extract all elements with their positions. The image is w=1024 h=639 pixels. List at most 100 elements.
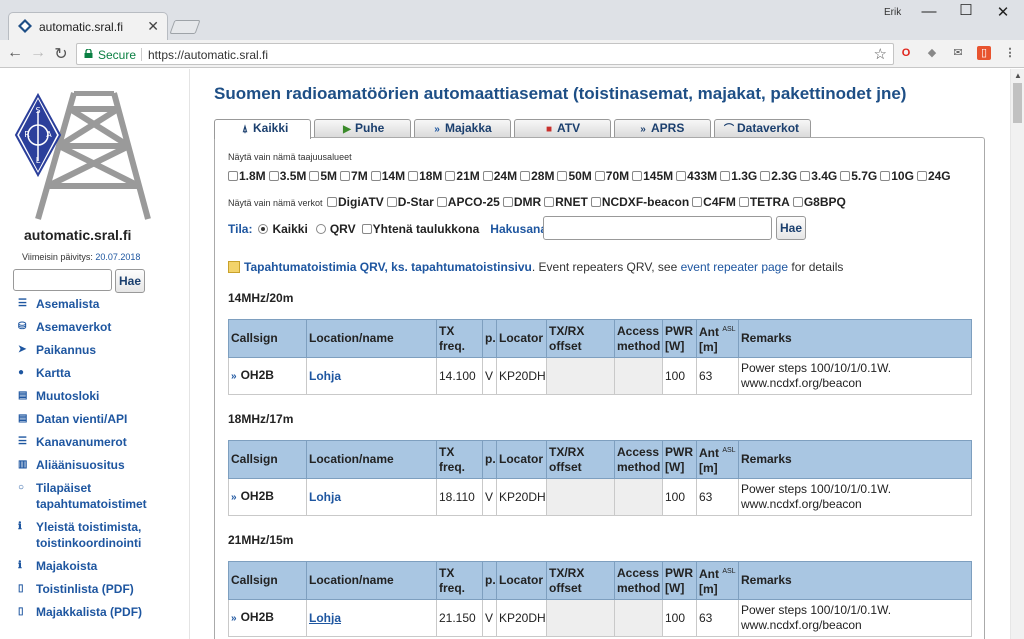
- col-locator[interactable]: Locator: [496, 319, 547, 358]
- network-checkbox[interactable]: TETRA: [738, 195, 790, 209]
- sidebar-search-button[interactable]: Hae: [115, 269, 145, 293]
- location-link[interactable]: Lohja: [306, 357, 437, 395]
- sidebar-item-aliaanisuositus[interactable]: ▥ Aliäänisuositus: [18, 457, 188, 473]
- sidebar-item-yleista[interactable]: ℹ Yleistä toistimista, toistinkoordinoint…: [18, 519, 188, 551]
- tila-qrv-radio[interactable]: [315, 224, 326, 234]
- col-offset[interactable]: TX/RX offset: [546, 319, 615, 358]
- event-repeater-link-fi[interactable]: Tapahtumatoistimia QRV, ks. tapahtumatoi…: [244, 260, 532, 274]
- band-checkbox[interactable]: 2.3G: [760, 169, 797, 183]
- band-checkbox[interactable]: 5.7G: [840, 169, 877, 183]
- network-checkbox[interactable]: C4FM: [692, 195, 736, 209]
- col-locator[interactable]: Locator: [496, 561, 547, 600]
- tab-kaikki[interactable]: ⍋ Kaikki: [214, 119, 311, 139]
- location-link[interactable]: Lohja: [306, 599, 437, 637]
- event-repeater-link-en[interactable]: event repeater page: [681, 260, 788, 274]
- sidebar-item-datan-vienti[interactable]: ▤ Datan vienti/API: [18, 411, 188, 427]
- sidebar-item-asemalista[interactable]: ☰ Asemalista: [18, 296, 188, 312]
- sral-logo-icon[interactable]: S R A L: [14, 91, 154, 221]
- band-checkbox[interactable]: 28M: [520, 169, 554, 183]
- sidebar-item-majakoista[interactable]: ℹ Majakoista: [18, 558, 188, 574]
- band-checkbox[interactable]: 50M: [557, 169, 592, 183]
- col-pwr[interactable]: PWR [W]: [662, 319, 697, 358]
- band-checkbox[interactable]: 1.8M: [228, 169, 266, 183]
- back-arrow-icon[interactable]: ←: [5, 44, 25, 62]
- sidebar-item-toistinlista-pdf[interactable]: ▯ Toistinlista (PDF): [18, 581, 188, 597]
- col-callsign[interactable]: Callsign: [228, 561, 307, 600]
- col-location[interactable]: Location/name: [306, 561, 437, 600]
- band-checkbox[interactable]: 7M: [340, 169, 368, 183]
- col-location[interactable]: Location/name: [306, 319, 437, 358]
- mail-extension-icon[interactable]: ✉: [951, 46, 965, 60]
- tila-all-radio[interactable]: [258, 224, 269, 234]
- callsign-cell[interactable]: » OH2B: [228, 478, 307, 516]
- callsign-cell[interactable]: » OH2B: [228, 357, 307, 395]
- col-remarks[interactable]: Remarks: [738, 561, 972, 600]
- network-checkbox[interactable]: APCO-25: [436, 195, 500, 209]
- network-checkbox[interactable]: NCDXF-beacon: [590, 195, 689, 209]
- tab-close-icon[interactable]: ✕: [147, 18, 159, 35]
- address-bar[interactable]: Secure https://automatic.sral.fi ☆: [76, 43, 894, 65]
- col-txfreq[interactable]: TX freq.: [436, 561, 483, 600]
- col-access[interactable]: Access method: [614, 319, 663, 358]
- band-checkbox[interactable]: 24M: [482, 169, 517, 183]
- col-access[interactable]: Access method: [614, 561, 663, 600]
- scroll-thumb[interactable]: [1013, 83, 1022, 123]
- band-checkbox[interactable]: 3.5M: [268, 169, 306, 183]
- tab-majakka[interactable]: » Majakka: [414, 119, 511, 138]
- band-checkbox[interactable]: 1.3G: [720, 169, 757, 183]
- col-location[interactable]: Location/name: [306, 440, 437, 479]
- col-offset[interactable]: TX/RX offset: [546, 561, 615, 600]
- band-checkbox[interactable]: 433M: [676, 169, 717, 183]
- network-checkbox[interactable]: DMR: [502, 195, 541, 209]
- col-polarization[interactable]: p.: [482, 440, 497, 479]
- page-scrollbar[interactable]: ▲: [1010, 69, 1024, 639]
- col-ant[interactable]: Ant ASL [m]: [696, 440, 739, 479]
- menu-kebab-icon[interactable]: ⋮: [1003, 46, 1017, 60]
- forward-arrow-icon[interactable]: →: [28, 44, 48, 62]
- col-callsign[interactable]: Callsign: [228, 440, 307, 479]
- network-checkbox[interactable]: DigiATV: [327, 195, 384, 209]
- sidebar-item-majakkalista-pdf[interactable]: ▯ Majakkalista (PDF): [18, 604, 188, 620]
- band-checkbox[interactable]: 5M: [309, 169, 337, 183]
- profile-name[interactable]: Erik: [884, 7, 901, 18]
- tab-aprs[interactable]: » APRS: [614, 119, 711, 138]
- col-offset[interactable]: TX/RX offset: [546, 440, 615, 479]
- band-checkbox[interactable]: 10G: [880, 169, 914, 183]
- reload-icon[interactable]: ↻: [51, 44, 71, 64]
- bookmark-star-icon[interactable]: ☆: [874, 45, 887, 63]
- new-tab-button[interactable]: [169, 20, 201, 34]
- col-access[interactable]: Access method: [614, 440, 663, 479]
- col-ant[interactable]: Ant ASL [m]: [696, 561, 739, 600]
- band-checkbox[interactable]: 21M: [445, 169, 480, 183]
- col-polarization[interactable]: p.: [482, 561, 497, 600]
- tab-puhe[interactable]: ▶ Puhe: [314, 119, 411, 138]
- keyword-search-button[interactable]: Hae: [776, 216, 806, 240]
- tab-dataverkot[interactable]: ⌒ Dataverkot: [714, 119, 811, 138]
- sidebar-item-asemaverkot[interactable]: ⛁ Asemaverkot: [18, 319, 188, 335]
- location-link[interactable]: Lohja: [306, 478, 437, 516]
- url-text[interactable]: https://automatic.sral.fi: [148, 48, 268, 62]
- network-checkbox[interactable]: D-Star: [386, 195, 434, 209]
- col-locator[interactable]: Locator: [496, 440, 547, 479]
- band-checkbox[interactable]: 70M: [594, 169, 629, 183]
- cat-extension-icon[interactable]: ◆: [925, 46, 939, 60]
- col-ant[interactable]: Ant ASL [m]: [696, 319, 739, 358]
- col-callsign[interactable]: Callsign: [228, 319, 307, 358]
- network-checkbox[interactable]: G8BPQ: [792, 195, 846, 209]
- band-checkbox[interactable]: 3.4G: [800, 169, 837, 183]
- tab-atv[interactable]: ■ ATV: [514, 119, 611, 138]
- band-checkbox[interactable]: 24G: [916, 169, 951, 183]
- col-pwr[interactable]: PWR [W]: [662, 561, 697, 600]
- col-remarks[interactable]: Remarks: [738, 440, 972, 479]
- col-txfreq[interactable]: TX freq.: [436, 440, 483, 479]
- sidebar-search-input[interactable]: [13, 269, 112, 291]
- network-checkbox[interactable]: RNET: [544, 195, 588, 209]
- maximize-icon[interactable]: ☐: [951, 1, 981, 19]
- office-extension-icon[interactable]: ▯: [977, 46, 991, 60]
- band-checkbox[interactable]: 14M: [370, 169, 405, 183]
- col-remarks[interactable]: Remarks: [738, 319, 972, 358]
- sidebar-item-paikannus[interactable]: ➤ Paikannus: [18, 342, 188, 358]
- col-polarization[interactable]: p.: [482, 319, 497, 358]
- sidebar-item-kanavanumerot[interactable]: ☰ Kanavanumerot: [18, 434, 188, 450]
- browser-tab[interactable]: automatic.sral.fi ✕: [8, 12, 168, 40]
